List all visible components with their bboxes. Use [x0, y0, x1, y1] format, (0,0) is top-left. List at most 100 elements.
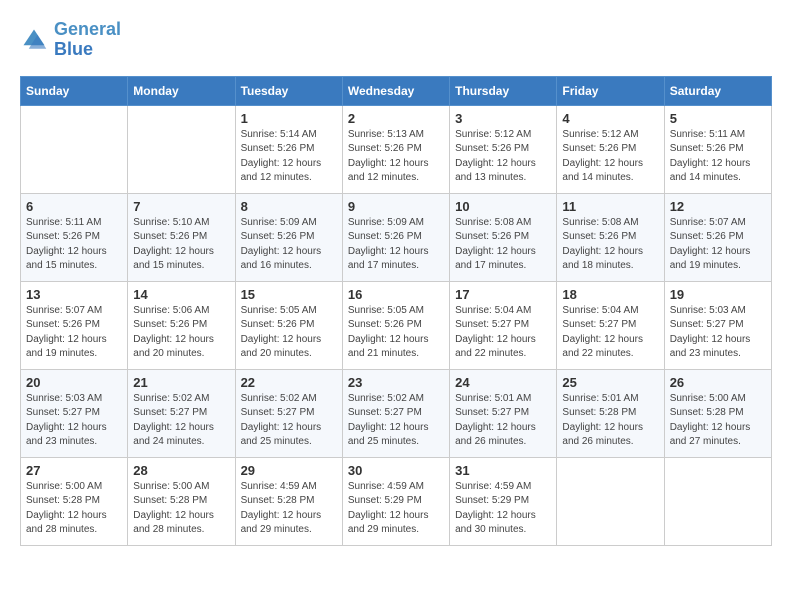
day-number: 3	[455, 111, 551, 126]
calendar-cell	[664, 457, 771, 545]
day-number: 8	[241, 199, 337, 214]
calendar-cell: 18 Sunrise: 5:04 AM Sunset: 5:27 PM Dayli…	[557, 281, 664, 369]
day-detail: Sunrise: 5:05 AM Sunset: 5:26 PM Dayligh…	[348, 304, 444, 362]
day-header-saturday: Saturday	[664, 76, 771, 105]
day-header-monday: Monday	[128, 76, 235, 105]
day-detail: Sunrise: 5:11 AM Sunset: 5:26 PM Dayligh…	[26, 216, 122, 274]
logo-icon	[20, 26, 48, 54]
logo-text: General Blue	[54, 20, 121, 60]
calendar-cell: 9 Sunrise: 5:09 AM Sunset: 5:26 PM Daylig…	[342, 193, 449, 281]
day-number: 10	[455, 199, 551, 214]
calendar-cell: 8 Sunrise: 5:09 AM Sunset: 5:26 PM Daylig…	[235, 193, 342, 281]
calendar-cell: 12 Sunrise: 5:07 AM Sunset: 5:26 PM Dayli…	[664, 193, 771, 281]
day-number: 18	[562, 287, 658, 302]
day-detail: Sunrise: 5:09 AM Sunset: 5:26 PM Dayligh…	[241, 216, 337, 274]
day-number: 30	[348, 463, 444, 478]
day-detail: Sunrise: 5:11 AM Sunset: 5:26 PM Dayligh…	[670, 128, 766, 186]
calendar-cell: 16 Sunrise: 5:05 AM Sunset: 5:26 PM Dayli…	[342, 281, 449, 369]
day-detail: Sunrise: 5:08 AM Sunset: 5:26 PM Dayligh…	[562, 216, 658, 274]
day-number: 9	[348, 199, 444, 214]
day-number: 11	[562, 199, 658, 214]
calendar-cell	[557, 457, 664, 545]
day-header-wednesday: Wednesday	[342, 76, 449, 105]
day-detail: Sunrise: 4:59 AM Sunset: 5:29 PM Dayligh…	[348, 480, 444, 538]
calendar-cell: 13 Sunrise: 5:07 AM Sunset: 5:26 PM Dayli…	[21, 281, 128, 369]
day-number: 22	[241, 375, 337, 390]
day-detail: Sunrise: 4:59 AM Sunset: 5:29 PM Dayligh…	[455, 480, 551, 538]
day-number: 1	[241, 111, 337, 126]
day-number: 13	[26, 287, 122, 302]
calendar-cell: 21Sunrise: 5:02 AM Sunset: 5:27 PM Dayli…	[128, 369, 235, 457]
week-row-1: 1 Sunrise: 5:14 AM Sunset: 5:26 PM Daylig…	[21, 105, 772, 193]
week-row-3: 13 Sunrise: 5:07 AM Sunset: 5:26 PM Dayli…	[21, 281, 772, 369]
calendar-cell: 19 Sunrise: 5:03 AM Sunset: 5:27 PM Dayli…	[664, 281, 771, 369]
day-detail: Sunrise: 5:14 AM Sunset: 5:26 PM Dayligh…	[241, 128, 337, 186]
calendar-cell: 17 Sunrise: 5:04 AM Sunset: 5:27 PM Dayli…	[450, 281, 557, 369]
calendar-cell: 20Sunrise: 5:03 AM Sunset: 5:27 PM Dayli…	[21, 369, 128, 457]
day-detail: Sunrise: 5:12 AM Sunset: 5:26 PM Dayligh…	[455, 128, 551, 186]
calendar-cell: 15Sunrise: 5:05 AM Sunset: 5:26 PM Dayli…	[235, 281, 342, 369]
day-number: 26	[670, 375, 766, 390]
calendar-cell	[21, 105, 128, 193]
day-number: 4	[562, 111, 658, 126]
calendar-cell: 10 Sunrise: 5:08 AM Sunset: 5:26 PM Dayli…	[450, 193, 557, 281]
calendar-cell: 29 Sunrise: 4:59 AM Sunset: 5:28 PM Dayli…	[235, 457, 342, 545]
day-number: 28	[133, 463, 229, 478]
calendar-cell: 27 Sunrise: 5:00 AM Sunset: 5:28 PM Dayli…	[21, 457, 128, 545]
days-header-row: SundayMondayTuesdayWednesdayThursdayFrid…	[21, 76, 772, 105]
day-header-thursday: Thursday	[450, 76, 557, 105]
calendar-cell: 4 Sunrise: 5:12 AM Sunset: 5:26 PM Daylig…	[557, 105, 664, 193]
day-number: 19	[670, 287, 766, 302]
day-detail: Sunrise: 5:02 AM Sunset: 5:27 PM Dayligh…	[241, 392, 337, 450]
day-number: 29	[241, 463, 337, 478]
calendar-cell: 2Sunrise: 5:13 AM Sunset: 5:26 PM Daylig…	[342, 105, 449, 193]
calendar-cell: 22 Sunrise: 5:02 AM Sunset: 5:27 PM Dayli…	[235, 369, 342, 457]
day-detail: Sunrise: 5:01 AM Sunset: 5:28 PM Dayligh…	[562, 392, 658, 450]
day-header-sunday: Sunday	[21, 76, 128, 105]
page-header: General Blue	[20, 20, 772, 60]
day-detail: Sunrise: 5:09 AM Sunset: 5:26 PM Dayligh…	[348, 216, 444, 274]
day-detail: Sunrise: 5:02 AM Sunset: 5:27 PM Dayligh…	[133, 392, 229, 450]
week-row-4: 20Sunrise: 5:03 AM Sunset: 5:27 PM Dayli…	[21, 369, 772, 457]
calendar-cell: 5 Sunrise: 5:11 AM Sunset: 5:26 PM Daylig…	[664, 105, 771, 193]
day-detail: Sunrise: 5:00 AM Sunset: 5:28 PM Dayligh…	[26, 480, 122, 538]
day-number: 5	[670, 111, 766, 126]
day-number: 15	[241, 287, 337, 302]
calendar-cell: 26Sunrise: 5:00 AM Sunset: 5:28 PM Dayli…	[664, 369, 771, 457]
day-header-tuesday: Tuesday	[235, 76, 342, 105]
day-header-friday: Friday	[557, 76, 664, 105]
calendar-cell: 6Sunrise: 5:11 AM Sunset: 5:26 PM Daylig…	[21, 193, 128, 281]
calendar-cell: 25 Sunrise: 5:01 AM Sunset: 5:28 PM Dayli…	[557, 369, 664, 457]
day-number: 12	[670, 199, 766, 214]
day-number: 25	[562, 375, 658, 390]
day-number: 16	[348, 287, 444, 302]
day-detail: Sunrise: 5:04 AM Sunset: 5:27 PM Dayligh…	[562, 304, 658, 362]
day-detail: Sunrise: 5:12 AM Sunset: 5:26 PM Dayligh…	[562, 128, 658, 186]
day-number: 23	[348, 375, 444, 390]
logo: General Blue	[20, 20, 121, 60]
calendar-cell: 30 Sunrise: 4:59 AM Sunset: 5:29 PM Dayli…	[342, 457, 449, 545]
day-detail: Sunrise: 5:01 AM Sunset: 5:27 PM Dayligh…	[455, 392, 551, 450]
day-number: 17	[455, 287, 551, 302]
day-number: 27	[26, 463, 122, 478]
day-detail: Sunrise: 5:07 AM Sunset: 5:26 PM Dayligh…	[670, 216, 766, 274]
week-row-5: 27 Sunrise: 5:00 AM Sunset: 5:28 PM Dayli…	[21, 457, 772, 545]
calendar-cell: 1 Sunrise: 5:14 AM Sunset: 5:26 PM Daylig…	[235, 105, 342, 193]
day-detail: Sunrise: 5:03 AM Sunset: 5:27 PM Dayligh…	[670, 304, 766, 362]
day-number: 14	[133, 287, 229, 302]
day-number: 7	[133, 199, 229, 214]
day-detail: Sunrise: 5:07 AM Sunset: 5:26 PM Dayligh…	[26, 304, 122, 362]
day-detail: Sunrise: 5:10 AM Sunset: 5:26 PM Dayligh…	[133, 216, 229, 274]
calendar-cell: 3 Sunrise: 5:12 AM Sunset: 5:26 PM Daylig…	[450, 105, 557, 193]
calendar-cell: 28Sunrise: 5:00 AM Sunset: 5:28 PM Dayli…	[128, 457, 235, 545]
calendar-cell	[128, 105, 235, 193]
calendar-table: SundayMondayTuesdayWednesdayThursdayFrid…	[20, 76, 772, 546]
day-detail: Sunrise: 5:13 AM Sunset: 5:26 PM Dayligh…	[348, 128, 444, 186]
day-number: 20	[26, 375, 122, 390]
calendar-cell: 31 Sunrise: 4:59 AM Sunset: 5:29 PM Dayli…	[450, 457, 557, 545]
day-detail: Sunrise: 5:08 AM Sunset: 5:26 PM Dayligh…	[455, 216, 551, 274]
day-detail: Sunrise: 5:04 AM Sunset: 5:27 PM Dayligh…	[455, 304, 551, 362]
day-number: 31	[455, 463, 551, 478]
calendar-cell: 24Sunrise: 5:01 AM Sunset: 5:27 PM Dayli…	[450, 369, 557, 457]
day-detail: Sunrise: 4:59 AM Sunset: 5:28 PM Dayligh…	[241, 480, 337, 538]
